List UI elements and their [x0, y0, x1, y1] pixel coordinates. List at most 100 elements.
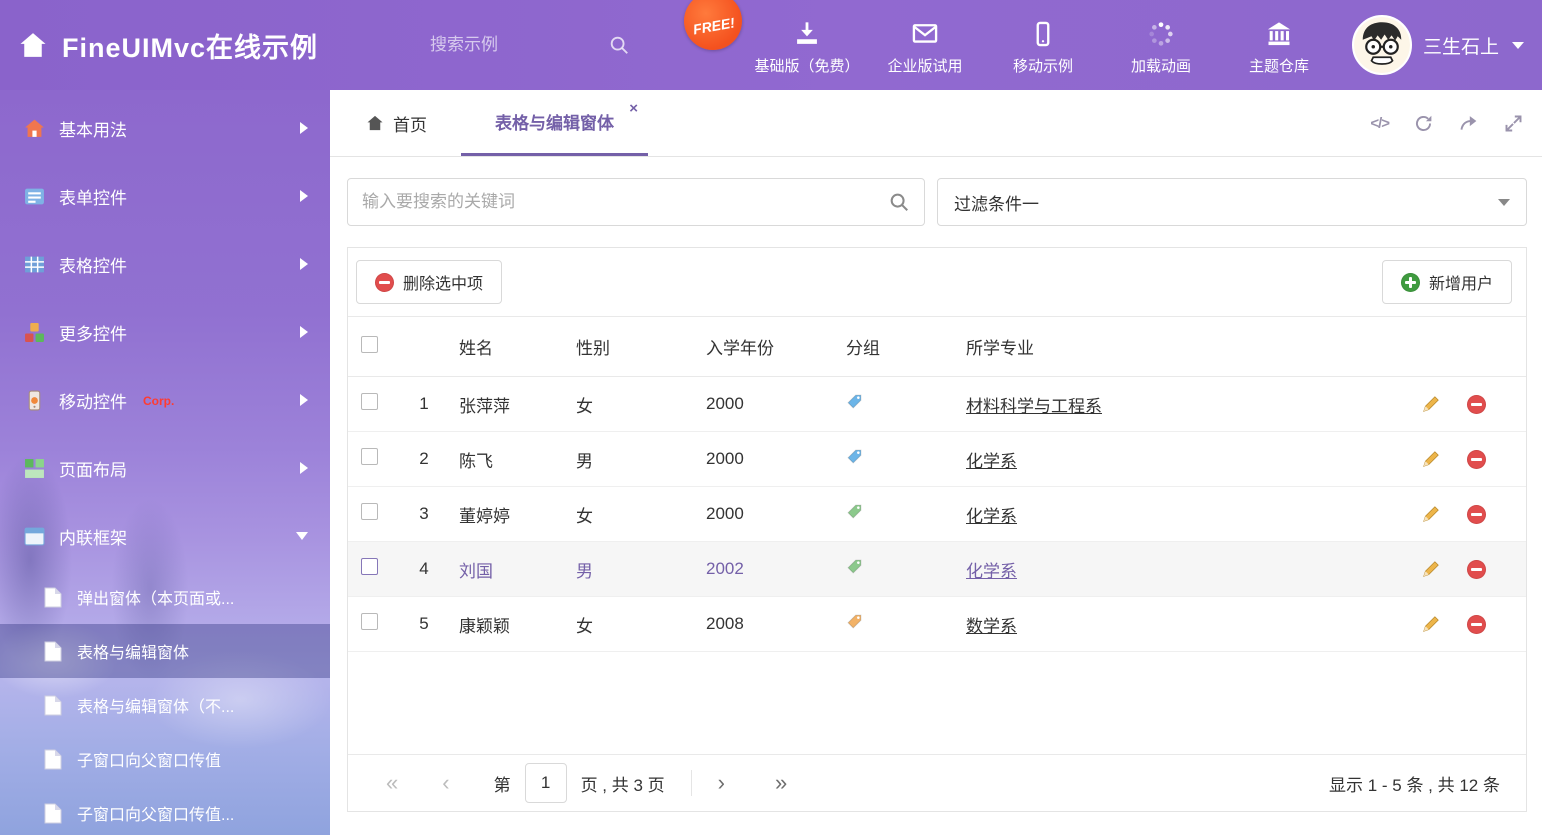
row-number: 3 [402, 504, 446, 524]
refresh-icon[interactable] [1413, 113, 1434, 134]
delete-icon[interactable] [1467, 560, 1486, 579]
nav-label: 基础版（免费） [754, 55, 859, 76]
delete-icon[interactable] [1467, 615, 1486, 634]
mobile-icon [1029, 20, 1057, 48]
record-summary: 显示 1 - 5 条 , 共 12 条 [1329, 771, 1500, 796]
cell-name: 董婷婷 [446, 502, 564, 527]
chevron-down-icon [296, 532, 308, 540]
major-link[interactable]: 化学系 [966, 452, 1017, 471]
search-icon[interactable] [888, 191, 910, 213]
row-number: 1 [402, 394, 446, 414]
keyword-search-box[interactable] [347, 178, 925, 226]
filter-condition-dropdown[interactable]: 过滤条件一 [937, 178, 1527, 226]
delete-icon[interactable] [1467, 450, 1486, 469]
cell-name: 康颖颖 [446, 612, 564, 637]
row-checkbox[interactable] [361, 393, 378, 410]
sidebar-item-iframe[interactable]: 内联框架 [0, 502, 330, 570]
edit-icon[interactable] [1421, 449, 1441, 469]
nav-item-loading-animation[interactable]: 加载动画 [1102, 14, 1220, 76]
nav-item-basic-free[interactable]: 基础版（免费） [748, 14, 866, 76]
chevron-right-icon [300, 258, 308, 270]
prev-page-button[interactable]: ‹ [442, 772, 449, 794]
sidebar-subitem-popup-window[interactable]: 弹出窗体（本页面或... [0, 570, 330, 624]
add-user-button[interactable]: 新增用户 [1382, 260, 1512, 304]
page-number-input[interactable] [525, 763, 567, 803]
sidebar-item-mobile-controls[interactable]: 移动控件 Corp. [0, 366, 330, 434]
grid-toolbar: 删除选中项 新增用户 [348, 248, 1526, 317]
tab-home[interactable]: 首页 [348, 90, 445, 156]
header-nav: 基础版（免费） 企业版试用 移动示例 加载动画 主题仓库 [748, 14, 1338, 76]
cell-name: 陈飞 [446, 447, 564, 472]
share-icon[interactable] [1458, 113, 1479, 134]
sidebar-subitem-child-to-parent[interactable]: 子窗口向父窗口传值 [0, 732, 330, 786]
edit-icon[interactable] [1421, 559, 1441, 579]
tag-icon [846, 613, 863, 630]
header-search-input[interactable] [430, 35, 570, 55]
file-icon [44, 641, 62, 662]
cell-year: 2000 [694, 394, 834, 414]
cell-gender: 女 [564, 612, 694, 637]
sidebar-item-label: 页面布局 [59, 456, 127, 481]
nav-label: 加载动画 [1131, 55, 1191, 76]
grid-panel: 删除选中项 新增用户 姓名 性别 入学年份 分组 所学专业 1 [347, 247, 1527, 812]
sidebar-item-form-controls[interactable]: 表单控件 [0, 162, 330, 230]
corp-badge: Corp. [143, 394, 174, 408]
plus-circle-icon [1401, 273, 1420, 292]
home-icon [24, 118, 45, 139]
major-link[interactable]: 数学系 [966, 617, 1017, 636]
avatar [1352, 15, 1412, 75]
nav-label: 主题仓库 [1249, 55, 1309, 76]
nav-item-mobile-demo[interactable]: 移动示例 [984, 14, 1102, 76]
sidebar-subitem-child-to-parent-2[interactable]: 子窗口向父窗口传值... [0, 786, 330, 835]
sidebar-subitem-label: 子窗口向父窗口传值 [77, 747, 221, 771]
first-page-button[interactable]: « [386, 772, 398, 794]
tab-grid-edit-window[interactable]: 表格与编辑窗体 × [461, 90, 648, 156]
select-all-checkbox[interactable] [361, 336, 378, 353]
fullscreen-icon[interactable] [1503, 113, 1524, 134]
search-icon [608, 34, 630, 56]
header-search[interactable] [430, 34, 630, 56]
sidebar-subitem-label: 弹出窗体（本页面或... [77, 585, 234, 609]
free-badge: FREE! [679, 0, 746, 55]
sidebar-subitem-grid-edit-window[interactable]: 表格与编辑窗体 [0, 624, 330, 678]
table-row: 1 张萍萍 女 2000 材料科学与工程系 [348, 377, 1526, 432]
next-page-button[interactable]: › [718, 772, 725, 794]
last-page-button[interactable]: » [775, 772, 787, 794]
row-checkbox[interactable] [361, 613, 378, 630]
nav-item-enterprise-trial[interactable]: 企业版试用 [866, 14, 984, 76]
user-menu[interactable]: 三生石上 [1352, 15, 1524, 75]
delete-selected-button[interactable]: 删除选中项 [356, 260, 502, 304]
row-checkbox[interactable] [361, 448, 378, 465]
edit-icon[interactable] [1421, 394, 1441, 414]
edit-icon[interactable] [1421, 504, 1441, 524]
major-link[interactable]: 材料科学与工程系 [966, 397, 1102, 416]
major-link[interactable]: 化学系 [966, 507, 1017, 526]
chevron-right-icon [300, 122, 308, 134]
sidebar-item-page-layout[interactable]: 页面布局 [0, 434, 330, 502]
table-header-row: 姓名 性别 入学年份 分组 所学专业 [348, 317, 1526, 377]
keyword-search-input[interactable] [362, 192, 888, 212]
sidebar-item-grid-controls[interactable]: 表格控件 [0, 230, 330, 298]
source-code-icon[interactable]: </> [1370, 115, 1389, 132]
app-logo[interactable]: FineUIMvc在线示例 [18, 26, 418, 65]
row-checkbox[interactable] [361, 558, 378, 575]
sidebar: 基本用法 表单控件 表格控件 更多控件 移动控件 Corp. 页面布局 [0, 90, 330, 835]
row-checkbox[interactable] [361, 503, 378, 520]
delete-icon[interactable] [1467, 505, 1486, 524]
sidebar-item-label: 表格控件 [59, 252, 127, 277]
form-icon [24, 186, 45, 207]
cell-gender: 男 [564, 557, 694, 582]
close-icon[interactable]: × [629, 101, 638, 116]
cell-name: 刘国 [446, 557, 564, 582]
home-icon [366, 114, 384, 132]
sidebar-item-more-controls[interactable]: 更多控件 [0, 298, 330, 366]
nav-item-theme-repo[interactable]: 主题仓库 [1220, 14, 1338, 76]
edit-icon[interactable] [1421, 614, 1441, 634]
sidebar-subitem-grid-edit-window-2[interactable]: 表格与编辑窗体（不... [0, 678, 330, 732]
major-link[interactable]: 化学系 [966, 562, 1017, 581]
delete-icon[interactable] [1467, 395, 1486, 414]
cell-year: 2008 [694, 614, 834, 634]
sidebar-item-label: 表单控件 [59, 184, 127, 209]
sidebar-item-basic-usage[interactable]: 基本用法 [0, 94, 330, 162]
sidebar-item-label: 基本用法 [59, 116, 127, 141]
